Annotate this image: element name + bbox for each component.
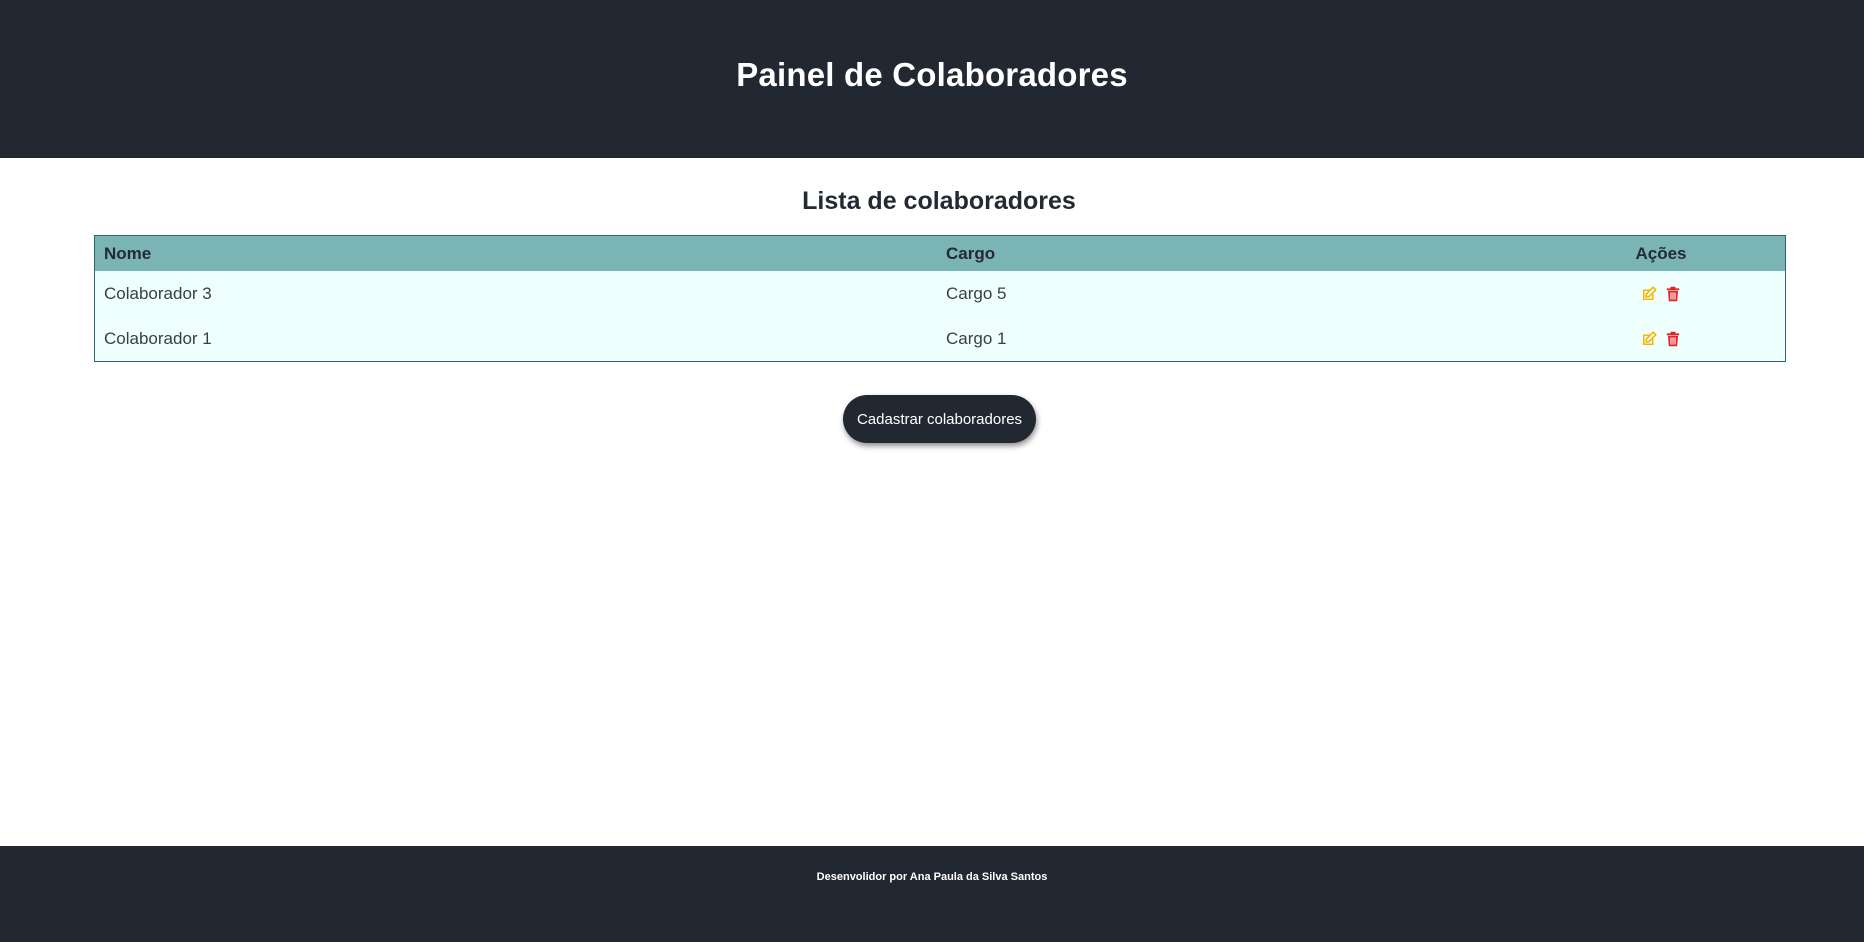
employees-table-container: Nome Cargo Ações Colaborador 3 Cargo 5 C… bbox=[94, 235, 1786, 362]
edit-icon[interactable] bbox=[1641, 331, 1657, 347]
table-header-row: Nome Cargo Ações bbox=[95, 236, 1785, 271]
page-title: Painel de Colaboradores bbox=[736, 56, 1128, 93]
register-employees-button[interactable]: Cadastrar colaboradores bbox=[843, 395, 1036, 443]
trash-icon[interactable] bbox=[1665, 286, 1681, 302]
cell-nome: Colaborador 1 bbox=[104, 328, 212, 348]
cell-cargo: Cargo 1 bbox=[946, 328, 1007, 348]
column-header-nome: Nome bbox=[104, 243, 152, 263]
cell-cargo: Cargo 5 bbox=[946, 283, 1007, 303]
section-title: Lista de colaboradores bbox=[802, 187, 1076, 215]
page: Painel de Colaboradores Lista de colabor… bbox=[0, 0, 1864, 942]
column-header-acoes: Ações bbox=[1635, 243, 1687, 263]
cell-actions bbox=[1537, 316, 1785, 361]
cell-actions bbox=[1537, 271, 1785, 316]
employees-table: Nome Cargo Ações Colaborador 3 Cargo 5 C… bbox=[95, 236, 1785, 361]
page-header: Painel de Colaboradores bbox=[0, 0, 1864, 158]
edit-icon[interactable] bbox=[1641, 286, 1657, 302]
table-row: Colaborador 3 Cargo 5 bbox=[95, 271, 1785, 316]
register-button-container: Cadastrar colaboradores bbox=[843, 395, 1036, 443]
page-footer: Desenvolidor por Ana Paula da Silva Sant… bbox=[0, 846, 1864, 942]
footer-credit: Desenvolidor por Ana Paula da Silva Sant… bbox=[816, 871, 1048, 883]
trash-icon[interactable] bbox=[1665, 331, 1681, 347]
table-row: Colaborador 1 Cargo 1 bbox=[95, 316, 1785, 361]
column-header-cargo: Cargo bbox=[946, 243, 996, 263]
cell-nome: Colaborador 3 bbox=[104, 283, 212, 303]
